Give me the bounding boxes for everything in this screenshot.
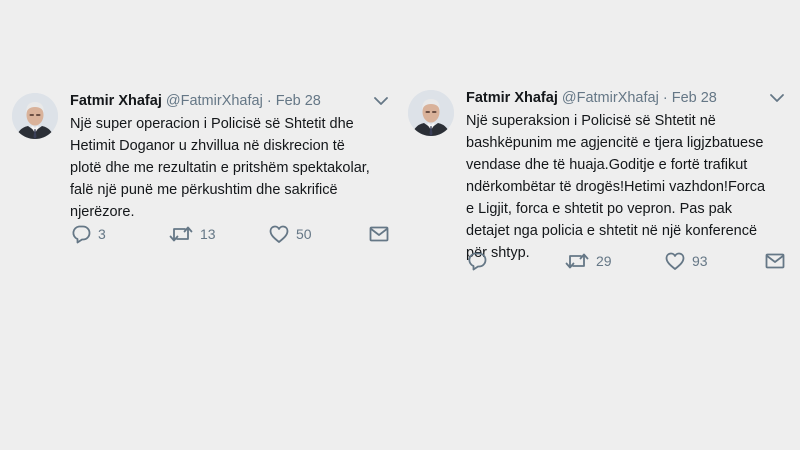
tweet-text: Një superaksion i Policisë së Shtetit në… xyxy=(466,113,766,261)
like-button[interactable]: 50 xyxy=(268,222,312,246)
separator-dot: · xyxy=(662,90,668,106)
direct-message-button[interactable] xyxy=(368,222,390,246)
reply-icon xyxy=(466,250,488,272)
reply-button[interactable] xyxy=(466,249,494,273)
tweet-date[interactable]: Feb 28 xyxy=(672,90,717,106)
reply-button[interactable]: 3 xyxy=(70,222,106,246)
heart-icon xyxy=(664,250,686,272)
heart-icon xyxy=(268,223,290,245)
like-button[interactable]: 93 xyxy=(664,249,708,273)
reply-icon xyxy=(70,223,92,245)
like-count: 50 xyxy=(296,226,312,242)
retweet-icon xyxy=(564,250,590,272)
tweet-card[interactable]: Fatmir Xhafaj @FatmirXhafaj · Feb 28 Një… xyxy=(408,83,788,283)
author-handle[interactable]: @FatmirXhafaj xyxy=(562,90,659,106)
separator-dot: · xyxy=(266,93,272,109)
avatar[interactable] xyxy=(12,93,58,139)
tweet-text: Një super operacion i Policisë së Shteti… xyxy=(70,116,370,220)
chevron-down-icon[interactable] xyxy=(372,92,390,110)
direct-message-button[interactable] xyxy=(764,249,786,273)
author-name[interactable]: Fatmir Xhafaj xyxy=(466,90,558,106)
envelope-icon xyxy=(368,223,390,245)
reply-count: 3 xyxy=(98,226,106,242)
retweet-icon xyxy=(168,223,194,245)
tweet-actions: 3 13 50 xyxy=(70,222,400,246)
tweet-actions: 29 93 xyxy=(466,249,796,273)
chevron-down-icon[interactable] xyxy=(768,89,786,107)
tweet-card[interactable]: Fatmir Xhafaj @FatmirXhafaj · Feb 28 Një… xyxy=(12,86,392,286)
retweet-count: 13 xyxy=(200,226,216,242)
retweet-count: 29 xyxy=(596,253,612,269)
tweet-date[interactable]: Feb 28 xyxy=(276,93,321,109)
retweet-button[interactable]: 13 xyxy=(168,222,216,246)
like-count: 93 xyxy=(692,253,708,269)
avatar[interactable] xyxy=(408,90,454,136)
author-name[interactable]: Fatmir Xhafaj xyxy=(70,93,162,109)
envelope-icon xyxy=(764,250,786,272)
retweet-button[interactable]: 29 xyxy=(564,249,612,273)
author-handle[interactable]: @FatmirXhafaj xyxy=(166,93,263,109)
